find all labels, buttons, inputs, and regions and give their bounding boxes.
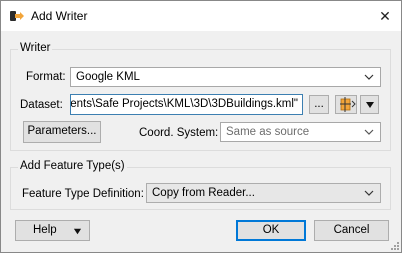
chevron-down-icon bbox=[364, 74, 374, 80]
cancel-button-label: Cancel bbox=[333, 224, 370, 236]
feature-select-icon bbox=[340, 97, 356, 112]
triangle-down-icon bbox=[73, 228, 82, 235]
window-title: Add Writer bbox=[31, 9, 88, 23]
writer-group-legend: Writer bbox=[18, 42, 53, 54]
feature-type-definition-label: Feature Type Definition: bbox=[22, 188, 144, 200]
parameters-button[interactable]: Parameters... bbox=[23, 121, 101, 143]
title-bar: Add Writer ✕ bbox=[1, 1, 401, 31]
close-icon[interactable]: ✕ bbox=[373, 6, 397, 26]
coord-system-select[interactable]: Same as source bbox=[220, 122, 381, 142]
app-icon bbox=[10, 11, 24, 21]
ok-button-label: OK bbox=[262, 224, 280, 236]
dataset-dropdown-button[interactable] bbox=[360, 95, 379, 114]
feature-type-definition-value: Copy from Reader... bbox=[152, 187, 255, 199]
feature-type-definition-select[interactable]: Copy from Reader... bbox=[146, 183, 381, 203]
dataset-options-button[interactable] bbox=[335, 95, 357, 114]
help-button[interactable]: Help bbox=[15, 220, 90, 241]
parameters-button-label: Parameters... bbox=[27, 125, 97, 137]
browse-button-label: ... bbox=[314, 98, 324, 110]
coord-system-value: Same as source bbox=[226, 126, 310, 138]
triangle-down-icon bbox=[366, 102, 374, 108]
dataset-value: cuments\Safe Projects\KML\3D\3DBuildings… bbox=[70, 98, 298, 110]
help-button-label: Help bbox=[33, 224, 57, 236]
feature-type-group-legend: Add Feature Type(s) bbox=[18, 160, 127, 172]
dataset-input[interactable]: cuments\Safe Projects\KML\3D\3DBuildings… bbox=[70, 94, 303, 115]
coord-system-label: Coord. System: bbox=[139, 127, 219, 139]
add-writer-dialog: Add Writer ✕ Writer Format: Google KML D… bbox=[0, 0, 402, 253]
ok-button[interactable]: OK bbox=[236, 220, 306, 241]
chevron-down-icon bbox=[364, 129, 374, 135]
format-label: Format: bbox=[26, 71, 66, 83]
chevron-down-icon bbox=[364, 190, 374, 196]
format-value: Google KML bbox=[76, 71, 140, 83]
format-select[interactable]: Google KML bbox=[70, 67, 381, 87]
dataset-label: Dataset: bbox=[20, 99, 63, 111]
browse-button[interactable]: ... bbox=[309, 95, 329, 114]
resize-grip-icon[interactable] bbox=[390, 241, 400, 251]
cancel-button[interactable]: Cancel bbox=[314, 220, 389, 241]
